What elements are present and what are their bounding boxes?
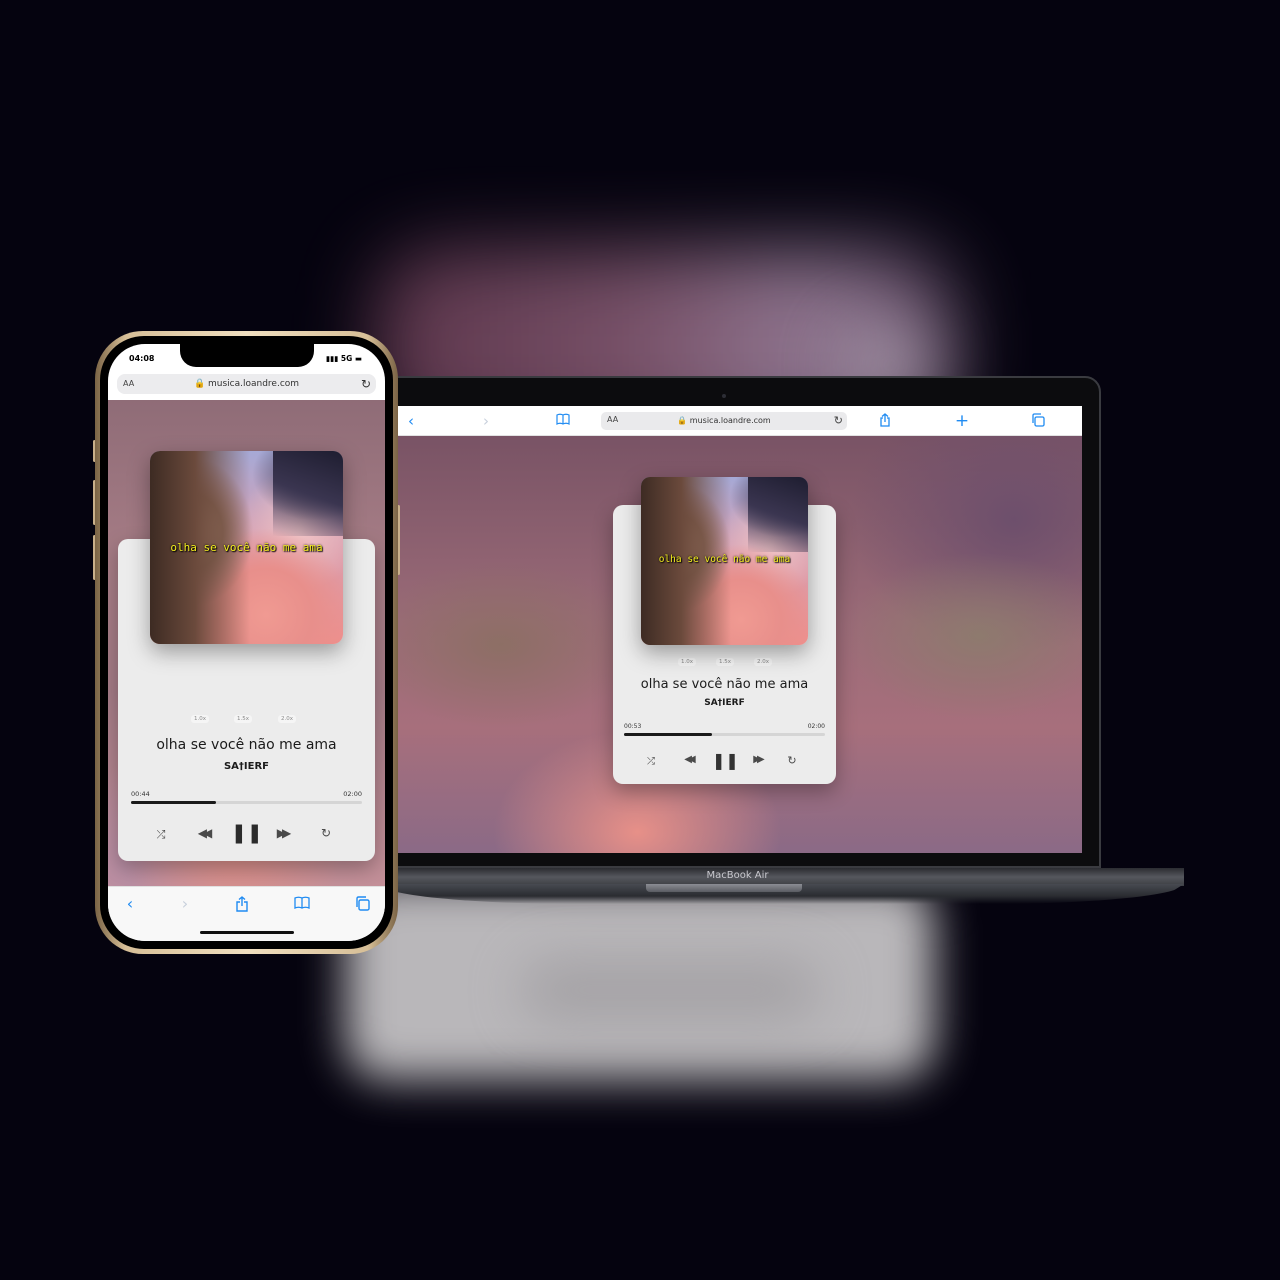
iphone-screen: 04:08 ▮▮▮ 5G ▬ AA 🔒 musica.loandre.com ↻… (108, 344, 385, 941)
speed-2x-button[interactable]: 2.0x (754, 658, 773, 666)
progress-fill (624, 733, 713, 736)
progress-bar[interactable] (131, 801, 362, 804)
rewind-icon[interactable]: ◀◀ (191, 826, 215, 840)
address-bar[interactable]: AA 🔒 musica.loandre.com ↻ (601, 412, 847, 430)
repeat-icon[interactable]: ↻ (784, 754, 800, 767)
share-icon[interactable] (877, 413, 893, 429)
song-title: olha se você não me ama (156, 737, 337, 753)
background-glow-bottom-shade (520, 960, 820, 1020)
address-bar[interactable]: AA 🔒 musica.loandre.com ↻ (117, 374, 376, 394)
speed-1-5x-button[interactable]: 1.5x (234, 715, 253, 723)
forward-icon[interactable]: › (478, 413, 494, 429)
speed-1x-button[interactable]: 1.0x (678, 658, 697, 666)
tabs-icon[interactable] (352, 896, 372, 912)
duration-time: 02:00 (807, 723, 825, 730)
album-art: olha se você não me ama (150, 451, 343, 644)
album-art: olha se você não me ama (641, 477, 808, 645)
back-icon[interactable]: ‹ (403, 413, 419, 429)
status-indicators: ▮▮▮ 5G ▬ (325, 354, 362, 363)
status-time: 04:08 (129, 354, 155, 363)
web-page: 1.0x 1.5x 2.0x olha se você não me ama S… (398, 436, 1082, 853)
forward-icon[interactable]: › (175, 896, 195, 912)
safari-toolbar: ‹ › AA 🔒 musica.loandre.com ↻ + (398, 406, 1082, 436)
pause-icon[interactable]: ❚❚ (712, 751, 739, 770)
reload-icon[interactable]: ↻ (834, 414, 843, 427)
iphone-notch (180, 344, 314, 367)
lyric-overlay: olha se você não me ama (170, 541, 323, 554)
repeat-icon[interactable]: ↻ (317, 826, 335, 840)
duration-time: 02:00 (343, 790, 362, 798)
shuffle-icon[interactable]: ⤮ (152, 828, 170, 842)
elapsed-time: 00:53 (624, 723, 642, 730)
share-icon[interactable] (232, 896, 252, 912)
web-page: 1.0x 1.5x 2.0x olha se você não me ama S… (108, 400, 385, 886)
speed-1x-button[interactable]: 1.0x (191, 715, 210, 723)
speed-2x-button[interactable]: 2.0x (278, 715, 297, 723)
speed-1-5x-button[interactable]: 1.5x (716, 658, 735, 666)
tabs-icon[interactable] (1030, 413, 1046, 429)
reload-icon[interactable]: ↻ (361, 377, 371, 391)
macbook-screen: ‹ › AA 🔒 musica.loandre.com ↻ + 1.0x 1.5… (398, 406, 1082, 853)
pause-icon[interactable]: ❚❚ (231, 822, 263, 844)
bookmarks-icon[interactable] (292, 896, 312, 912)
artist-name: SA†IERF (704, 698, 745, 708)
bookmarks-icon[interactable] (555, 413, 571, 429)
url-text: 🔒 musica.loandre.com (193, 379, 300, 389)
macbook-label: MacBook Air (706, 870, 769, 881)
progress-fill (131, 801, 217, 804)
progress-bar[interactable] (624, 733, 825, 736)
album-art-anime-figure (273, 451, 343, 536)
song-title: olha se você não me ama (640, 677, 809, 692)
fast-forward-icon[interactable]: ▶▶ (746, 754, 768, 765)
rewind-icon[interactable]: ◀◀ (677, 754, 699, 765)
macbook-hinge (646, 884, 802, 892)
macbook-camera (722, 394, 726, 398)
shuffle-icon[interactable]: ⤮ (643, 756, 659, 767)
lyric-overlay: olha se você não me ama (658, 554, 791, 565)
url-text: 🔒 musica.loandre.com (677, 416, 771, 425)
album-art-anime-figure (748, 477, 808, 552)
artist-name: SA†IERF (223, 761, 270, 772)
back-icon[interactable]: ‹ (120, 896, 140, 912)
elapsed-time: 00:44 (131, 790, 150, 798)
fast-forward-icon[interactable]: ▶▶ (270, 826, 294, 840)
home-indicator (200, 931, 294, 934)
new-tab-icon[interactable]: + (954, 413, 970, 430)
